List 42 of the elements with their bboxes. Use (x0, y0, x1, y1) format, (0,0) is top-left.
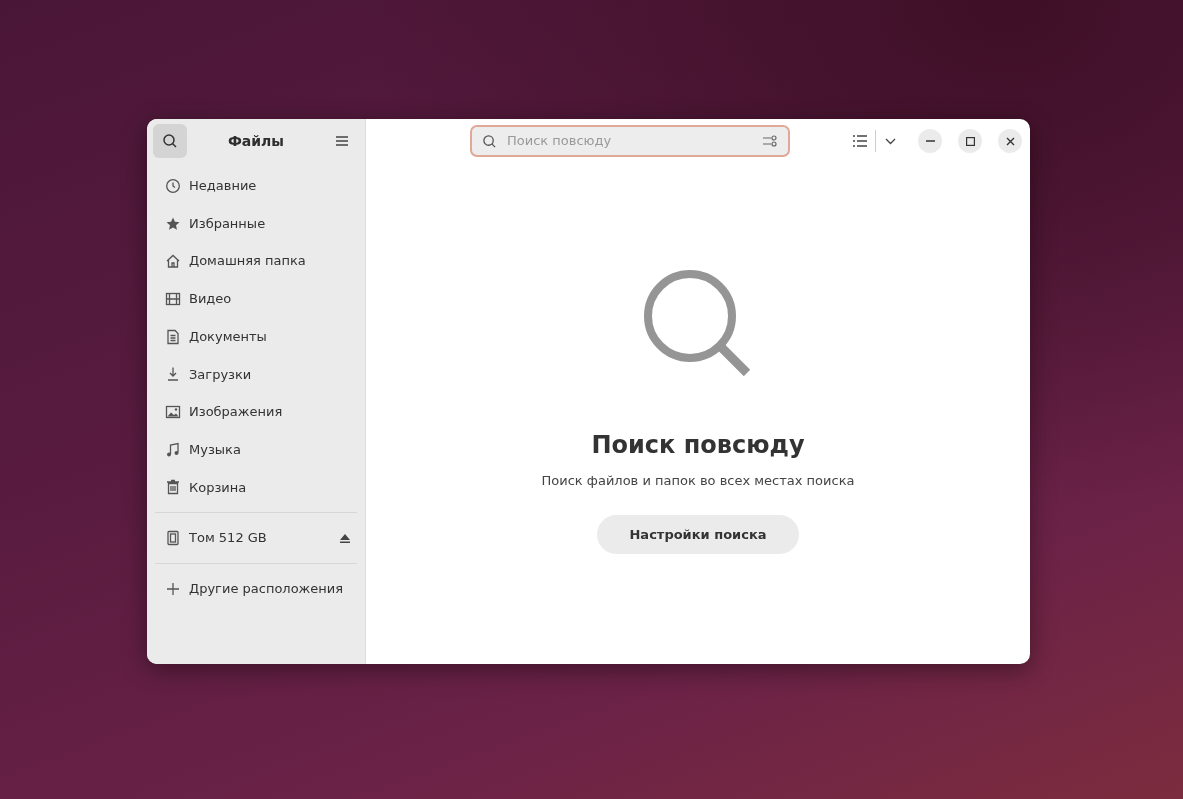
sidebar-item[interactable]: Недавние (147, 167, 365, 205)
search-field[interactable]: Поиск повсюду (470, 125, 790, 157)
sidebar-item[interactable]: Загрузки (147, 355, 365, 394)
sidebar-item[interactable]: Том 512 GB (147, 519, 365, 558)
sidebar-item[interactable]: Видео (147, 280, 365, 318)
filter-icon[interactable] (762, 135, 778, 147)
drive-icon (165, 530, 181, 547)
eject-icon[interactable] (337, 533, 353, 543)
music-note-icon (165, 441, 181, 458)
picture-icon (165, 403, 181, 420)
document-icon (165, 328, 181, 345)
clock-icon (165, 177, 181, 194)
sidebar-item[interactable]: Избранные (147, 204, 365, 243)
search-input[interactable]: Поиск повсюду (505, 130, 754, 152)
house-icon (165, 253, 181, 270)
search-toggle-button[interactable] (153, 124, 187, 158)
menu-icon (336, 136, 348, 146)
film-icon (165, 290, 181, 307)
maximize-icon (965, 136, 975, 146)
search-icon (482, 133, 497, 149)
list-icon (853, 135, 867, 147)
sidebar-item[interactable]: Домашняя папка (147, 242, 365, 281)
sidebar-item[interactable]: Изображения (147, 393, 365, 431)
close-button[interactable] (998, 129, 1022, 153)
plus-icon (165, 581, 181, 598)
magnifier-icon (643, 269, 753, 379)
maximize-button[interactable] (958, 129, 982, 153)
sidebar-item[interactable]: Другие расположения (147, 570, 365, 609)
chevron-down-icon (884, 137, 896, 145)
sidebar-item[interactable]: Корзина (147, 468, 365, 507)
minimize-button[interactable] (918, 129, 942, 153)
sidebar-item[interactable]: Документы (147, 317, 365, 356)
empty-state-description: Поиск файлов и папок во всех местах поиска (541, 472, 855, 490)
empty-state-title: Поиск повсюду (591, 430, 805, 461)
minimize-icon (925, 140, 935, 142)
download-icon (165, 366, 181, 383)
trash-icon (165, 479, 181, 496)
search-icon (162, 133, 178, 149)
sidebar-item[interactable]: Музыка (147, 430, 365, 469)
close-icon (1005, 136, 1015, 146)
sidebar-title: Файлы (227, 131, 285, 151)
search-settings-button[interactable]: Настройки поиска (597, 514, 799, 554)
